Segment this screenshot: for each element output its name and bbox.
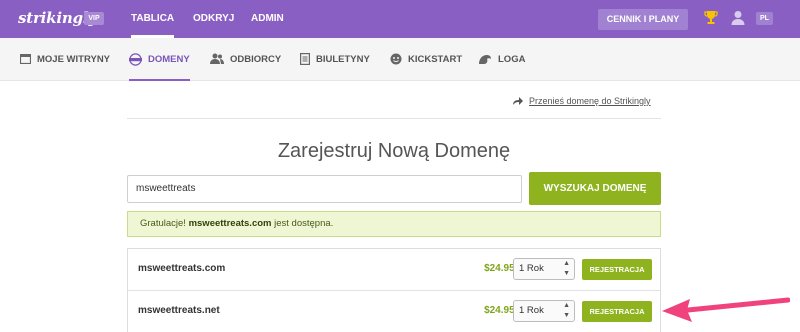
domain-name: msweettreats.com (138, 263, 226, 274)
subnav-label: ODBIORCY (230, 53, 282, 65)
sub-navbar: MOJE WITRYNY DOMENY ODBIORCY BIULETYNY K… (0, 38, 800, 81)
subnav-moje-witryny[interactable]: MOJE WITRYNY (20, 38, 110, 80)
subnav-label: LOGA (498, 53, 526, 65)
user-icon[interactable] (731, 10, 745, 31)
logo-icon (479, 54, 491, 64)
share-arrow-icon (513, 97, 523, 105)
subnav-odbiorcy[interactable]: ODBIORCY (210, 38, 281, 80)
domain-result-row: msweettreats.com $24.95/rok 1 Rok ▲ ▼ REJ… (128, 249, 660, 290)
domain-search-input[interactable]: msweettreats (127, 175, 522, 203)
subnav-kickstart[interactable]: KICKSTART (390, 38, 462, 80)
page-title: Zarejestruj Nową Domenę (277, 140, 511, 162)
nav-tablica[interactable]: TABLICA (131, 0, 175, 38)
kickstart-icon (390, 53, 402, 65)
www-icon (129, 52, 142, 66)
vip-badge: VIP (84, 12, 104, 25)
transfer-link-label: Przenieś domenę do Strikingly (529, 96, 651, 106)
nav-admin[interactable]: ADMIN (251, 0, 284, 38)
subnav-biuletyny[interactable]: BIULETYNY (300, 38, 370, 80)
period-select[interactable]: 1 Rok ▲ ▼ (513, 300, 575, 322)
language-badge[interactable]: PL (756, 12, 773, 25)
domain-result-row: msweettreats.net $24.95/rok 1 Rok ▲ ▼ REJ… (128, 290, 660, 331)
top-navbar: strikingly VIP TABLICA ODKRYJ ADMIN CENN… (0, 0, 800, 38)
subnav-label: DOMENY (148, 53, 190, 65)
subnav-label: BIULETYNY (316, 53, 370, 65)
search-domain-button[interactable]: WYSZUKAJ DOMENĘ (529, 172, 661, 205)
availability-message: Gratulacje! msweettreats.com jest dostęp… (127, 211, 661, 237)
site-icon (20, 54, 31, 64)
transfer-domain-link[interactable]: Przenieś domenę do Strikingly (513, 96, 651, 106)
register-button[interactable]: REJESTRACJA (582, 259, 652, 280)
pointer-arrow-icon (662, 297, 790, 322)
subnav-label: KICKSTART (408, 53, 463, 65)
period-value: 1 Rok (519, 305, 544, 316)
audience-icon (210, 53, 224, 64)
register-button[interactable]: REJESTRACJA (582, 301, 652, 322)
trophy-icon[interactable] (704, 10, 718, 31)
success-prefix: Gratulacje! (140, 218, 186, 229)
subnav-domeny[interactable]: DOMENY (129, 38, 190, 81)
nav-odkryj[interactable]: ODKRYJ (193, 0, 234, 38)
period-value: 1 Rok (519, 263, 544, 274)
pricing-plans-button[interactable]: CENNIK I PLANY (598, 9, 688, 30)
select-arrows-icon: ▲ ▼ (563, 260, 570, 277)
select-arrows-icon: ▲ ▼ (563, 302, 570, 319)
success-suffix: jest dostępna. (274, 218, 334, 229)
period-select[interactable]: 1 Rok ▲ ▼ (513, 258, 575, 280)
newsletter-icon (300, 53, 310, 65)
divider (127, 118, 661, 119)
available-domain: msweettreats.com (188, 218, 272, 229)
subnav-label: MOJE WITRYNY (37, 53, 111, 65)
subnav-loga[interactable]: LOGA (478, 38, 525, 80)
domain-results-list: msweettreats.com $24.95/rok 1 Rok ▲ ▼ REJ… (127, 248, 661, 332)
domain-name: msweettreats.net (138, 305, 220, 316)
